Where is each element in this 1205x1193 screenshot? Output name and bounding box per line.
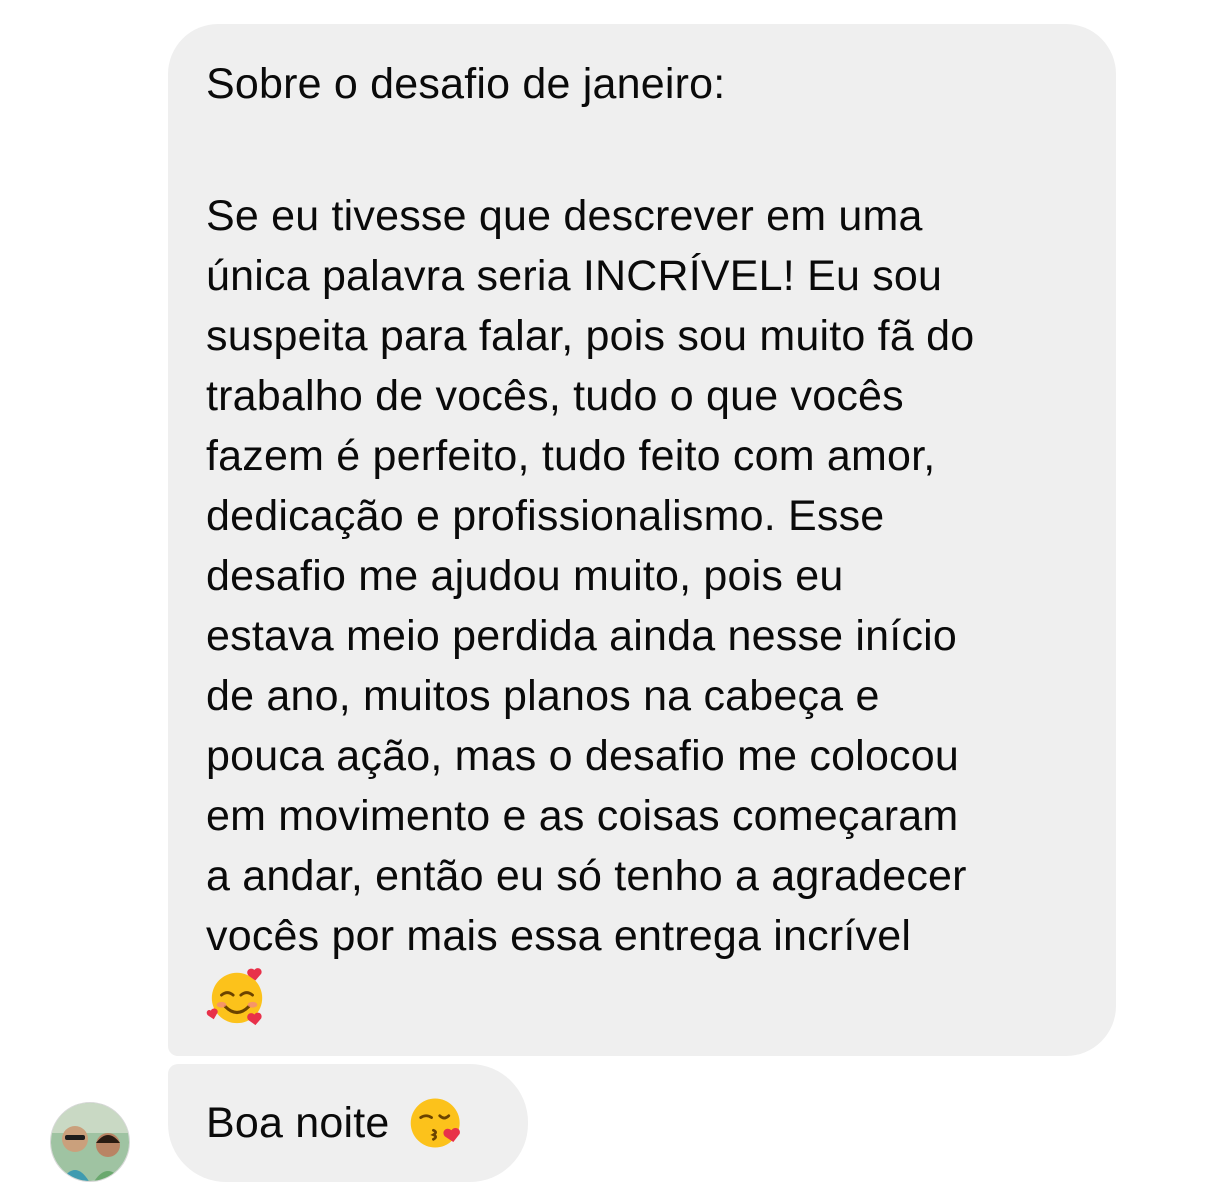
- message-heading: Sobre o desafio de janeiro:: [206, 60, 726, 108]
- message-line: trabalho de vocês, tudo o que vocês: [206, 372, 904, 420]
- message-line: estava meio perdida ainda nesse início: [206, 612, 958, 660]
- message-line: única palavra seria INCRÍVEL! Eu sou: [206, 252, 943, 300]
- message-line: suspeita para falar, pois sou muito fã d…: [206, 312, 975, 360]
- message-line: de ano, muitos planos na cabeça e: [206, 672, 880, 720]
- message-line: desafio me ajudou muito, pois eu: [206, 552, 844, 600]
- emoji-row: [206, 966, 1080, 1028]
- message-line: dedicação e profissionalismo. Esse: [206, 492, 885, 540]
- message-bubble-2[interactable]: Boa noite: [168, 1064, 528, 1182]
- message-line: a andar, então eu só tenho a agradecer: [206, 852, 967, 900]
- message-line: fazem é perfeito, tudo feito com amor,: [206, 432, 936, 480]
- sender-avatar[interactable]: [50, 1102, 130, 1182]
- message-body: Se eu tivesse que descrever em uma única…: [206, 186, 1080, 1028]
- message-line: Se eu tivesse que descrever em uma: [206, 192, 923, 240]
- message-line: pouca ação, mas o desafio me colocou: [206, 732, 959, 780]
- face-blowing-kiss-icon: [408, 1094, 466, 1152]
- message-line: em movimento e as coisas começaram: [206, 792, 959, 840]
- message-bubble-1[interactable]: Sobre o desafio de janeiro: Se eu tivess…: [168, 24, 1116, 1056]
- message-text: Boa noite: [206, 1099, 390, 1147]
- message-line: vocês por mais essa entrega incrível: [206, 912, 912, 960]
- smiling-face-with-hearts-icon: [206, 966, 268, 1028]
